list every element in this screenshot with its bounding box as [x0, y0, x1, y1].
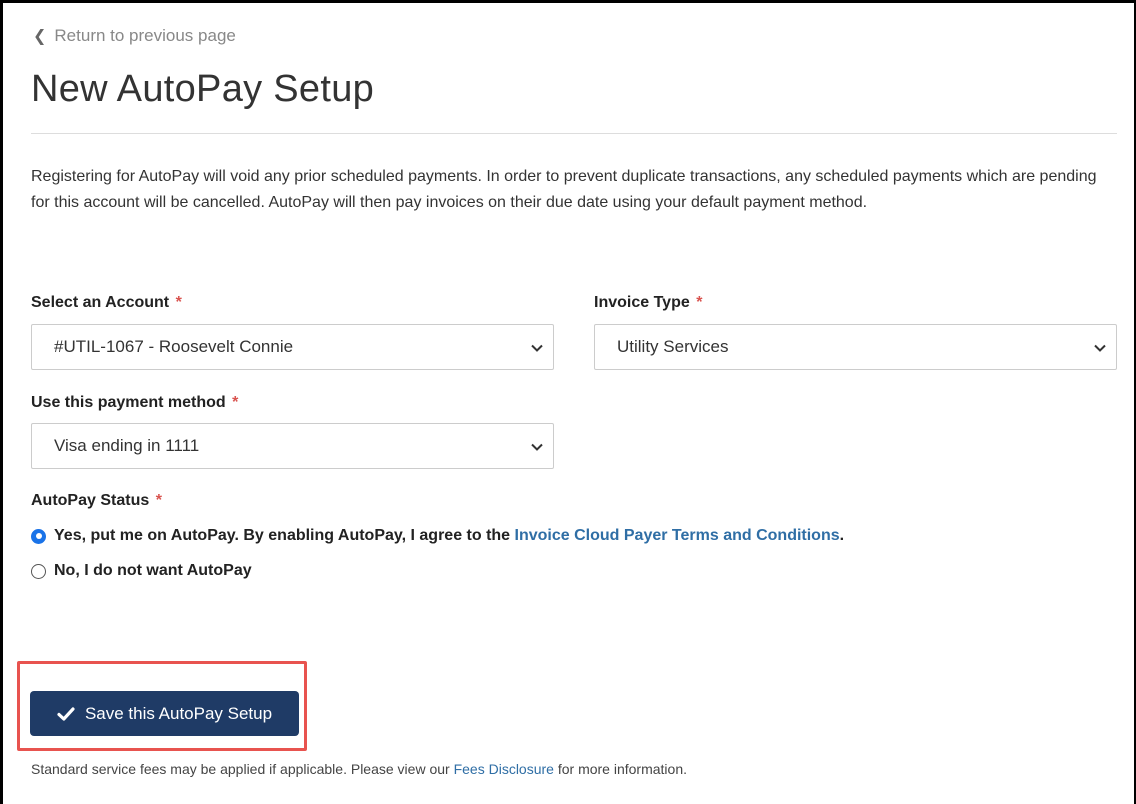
required-marker: * [155, 492, 162, 509]
invoice-type-label: Invoice Type * [594, 294, 702, 312]
invoice-type-select-value: Utility Services [617, 337, 729, 356]
back-link[interactable]: ❮ Return to previous page [33, 26, 236, 46]
autopay-status-label-text: AutoPay Status [31, 492, 150, 509]
fees-disclosure-link[interactable]: Fees Disclosure [454, 761, 554, 777]
chevron-left-icon: ❮ [33, 28, 47, 45]
checkmark-icon [57, 706, 75, 721]
autopay-no-radio[interactable] [31, 563, 46, 579]
save-autopay-button[interactable]: Save this AutoPay Setup [30, 691, 299, 736]
account-label-text: Select an Account [31, 294, 170, 311]
payment-method-label: Use this payment method * [31, 394, 238, 412]
chevron-down-icon [531, 344, 543, 352]
account-label: Select an Account * [31, 294, 182, 312]
title-divider [31, 133, 1117, 134]
chevron-down-icon [531, 443, 543, 451]
autopay-yes-label: Yes, put me on AutoPay. By enabling Auto… [54, 527, 515, 544]
payment-method-label-text: Use this payment method [31, 394, 226, 411]
footnote-text: Standard service fees may be applied if … [31, 761, 454, 777]
fees-footnote: Standard service fees may be applied if … [31, 761, 687, 777]
terms-link[interactable]: Invoice Cloud Payer Terms and Conditions [515, 527, 840, 544]
payment-method-select-value: Visa ending in 1111 [54, 436, 200, 455]
payment-method-select[interactable]: Visa ending in 1111 [31, 423, 554, 469]
invoice-type-label-text: Invoice Type [594, 294, 690, 311]
autopay-yes-radio[interactable] [31, 528, 46, 544]
autopay-yes-text: Yes, put me on AutoPay. By enabling Auto… [54, 527, 844, 545]
page-title: New AutoPay Setup [31, 68, 375, 110]
required-marker: * [232, 394, 239, 411]
chevron-down-icon [1094, 344, 1106, 352]
account-select[interactable]: #UTIL-1067 - Roosevelt Connie [31, 324, 554, 370]
autopay-status-label: AutoPay Status * [31, 492, 162, 510]
footnote-suffix: for more information. [553, 761, 688, 777]
invoice-type-select[interactable]: Utility Services [594, 324, 1117, 370]
required-marker: * [175, 294, 182, 311]
autopay-no-option[interactable]: No, I do not want AutoPay [31, 562, 252, 580]
intro-text: Registering for AutoPay will void any pr… [31, 168, 1097, 211]
account-select-value: #UTIL-1067 - Roosevelt Connie [54, 337, 294, 356]
autopay-no-label: No, I do not want AutoPay [54, 562, 252, 579]
required-marker: * [696, 294, 703, 311]
back-link-label: Return to previous page [54, 26, 236, 45]
save-button-label: Save this AutoPay Setup [84, 703, 273, 723]
autopay-yes-option[interactable]: Yes, put me on AutoPay. By enabling Auto… [31, 527, 844, 545]
autopay-yes-suffix: . [839, 527, 845, 544]
